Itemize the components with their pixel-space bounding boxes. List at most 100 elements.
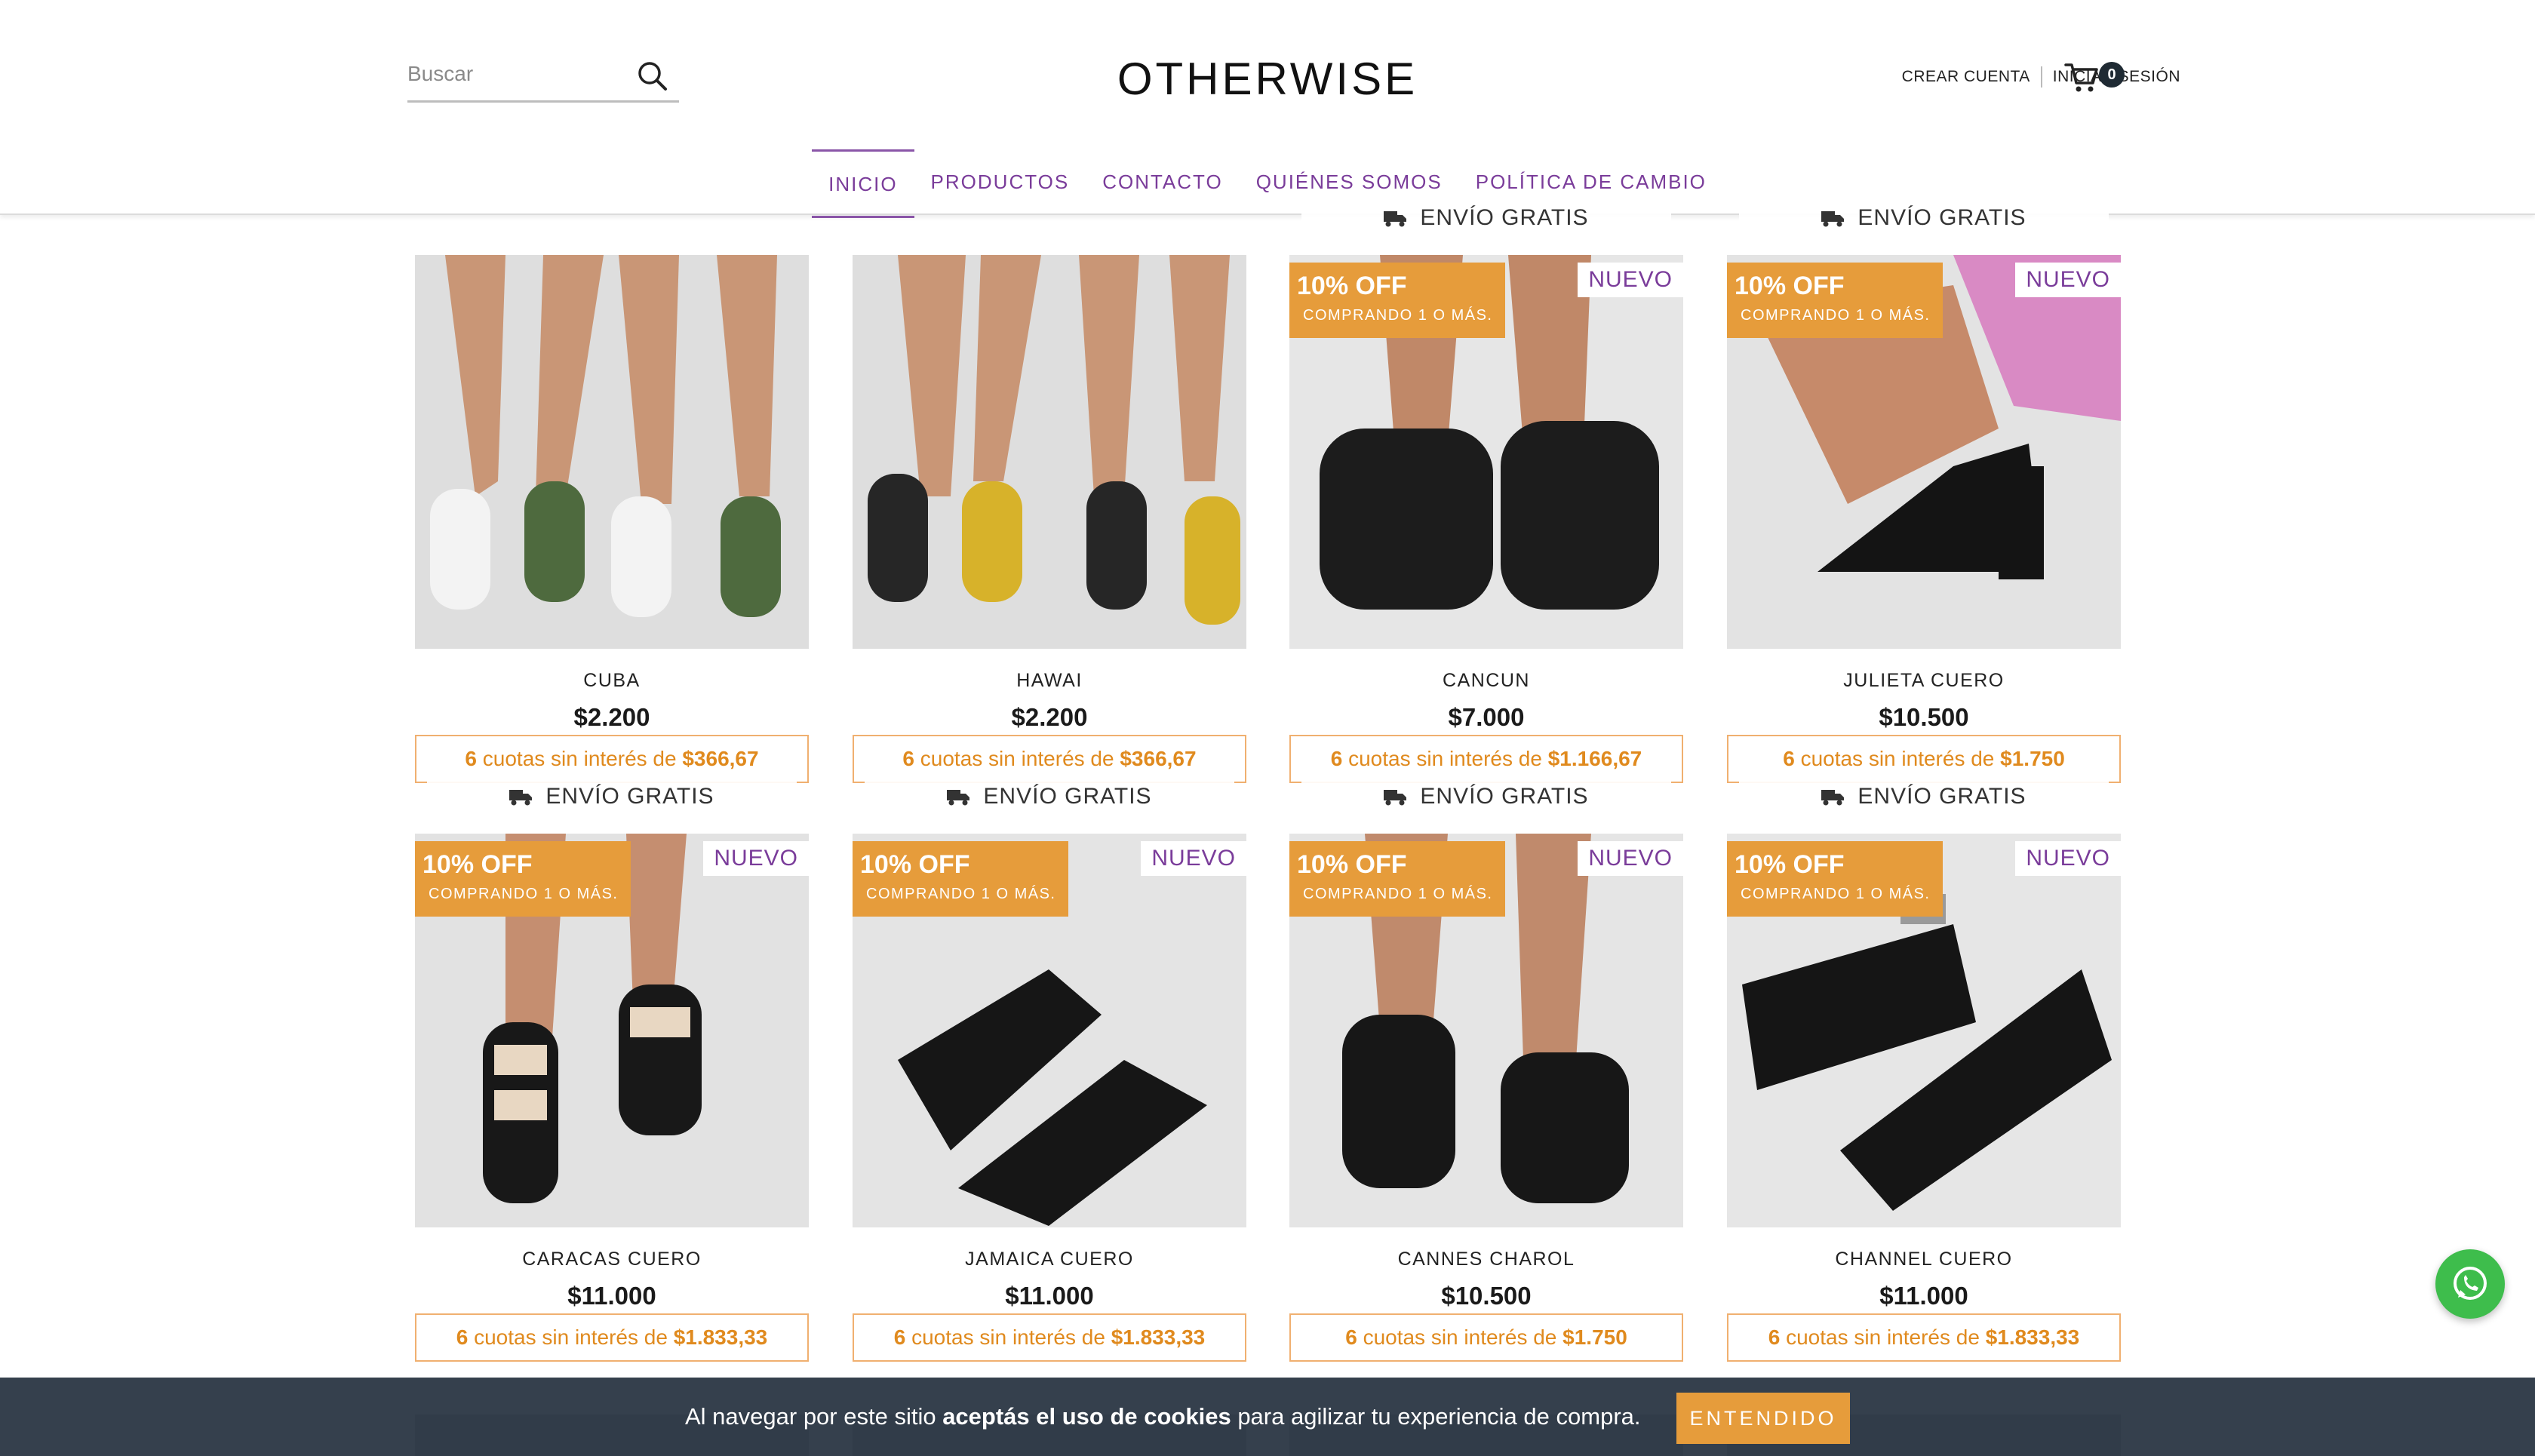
truck-icon — [1384, 211, 1407, 227]
discount-condition: COMPRANDO 1 O MÁS. — [1303, 886, 1493, 902]
free-shipping-label: ENVÍO GRATIS — [1420, 784, 1589, 809]
free-shipping-label: ENVÍO GRATIS — [983, 784, 1152, 809]
free-shipping-badge: ENVÍO GRATIS — [1739, 196, 2109, 240]
cookie-text-bold: aceptás el uso de cookies — [942, 1403, 1231, 1430]
discount-label: 10% OFF — [1735, 850, 1845, 879]
cookie-message: Al navegar por este sitio aceptás el uso… — [685, 1403, 1641, 1430]
discount-badge: 10% OFF COMPRANDO 1 O MÁS. — [1727, 841, 1943, 917]
product-name[interactable]: CUBA — [415, 670, 809, 692]
discount-condition: COMPRANDO 1 O MÁS. — [866, 886, 1056, 902]
site-header: Buscar OTHERWISE CREAR CUENTA INICIAR SE… — [0, 0, 2535, 218]
new-badge: NUEVO — [1578, 263, 1683, 297]
installment-amount: $1.750 — [1562, 1325, 1627, 1349]
free-shipping-label: ENVÍO GRATIS — [1857, 205, 2026, 230]
cookie-text-post: para agilizar tu experiencia de compra. — [1231, 1403, 1641, 1430]
discount-badge: 10% OFF COMPRANDO 1 O MÁS. — [1727, 263, 1943, 338]
product-name[interactable]: JAMAICA CUERO — [853, 1249, 1246, 1270]
nav-item-productos[interactable]: PRODUCTOS — [914, 149, 1086, 218]
installments-box: 6 cuotas sin interés de $1.833,33 — [1727, 1313, 2121, 1362]
product-price: $2.200 — [573, 703, 650, 731]
discount-badge: 10% OFF COMPRANDO 1 O MÁS. — [1289, 263, 1505, 338]
installment-amount: $1.833,33 — [1985, 1325, 2080, 1349]
whatsapp-icon — [2454, 1267, 2487, 1300]
cookie-banner: Al navegar por este sitio aceptás el uso… — [0, 1378, 2535, 1456]
discount-label: 10% OFF — [422, 850, 533, 879]
product-price: $2.200 — [1011, 703, 1088, 731]
product-name[interactable]: HAWAI — [853, 670, 1246, 692]
installments-count: 6 — [1345, 1325, 1357, 1349]
product-price: $10.500 — [1879, 703, 1969, 731]
free-shipping-badge: ENVÍO GRATIS — [865, 775, 1234, 819]
discount-condition: COMPRANDO 1 O MÁS. — [1303, 307, 1493, 324]
cart-button[interactable]: 0 — [2064, 57, 2132, 95]
truck-icon — [947, 790, 970, 806]
installments-text: cuotas sin interés de — [920, 747, 1114, 770]
free-shipping-badge: ENVÍO GRATIS — [1301, 775, 1671, 819]
divider — [2040, 66, 2042, 88]
discount-label: 10% OFF — [1735, 272, 1845, 300]
discount-badge: 10% OFF COMPRANDO 1 O MÁS. — [1289, 841, 1505, 917]
new-badge: NUEVO — [703, 841, 809, 876]
new-badge: NUEVO — [2015, 841, 2121, 876]
installments-count: 6 — [465, 747, 477, 770]
installments-count: 6 — [456, 1325, 469, 1349]
product-name[interactable]: CARACAS CUERO — [415, 1249, 809, 1270]
installments-count: 6 — [902, 747, 914, 770]
installments-text: cuotas sin interés de — [1363, 1325, 1557, 1349]
installment-amount: $1.166,67 — [1547, 747, 1642, 770]
nav-item-contacto[interactable]: CONTACTO — [1086, 149, 1239, 218]
cart-count-badge: 0 — [2099, 62, 2125, 88]
whatsapp-button[interactable] — [2435, 1249, 2505, 1319]
truck-icon — [1384, 790, 1407, 806]
truck-icon — [1821, 211, 1845, 227]
installments-text: cuotas sin interés de — [1800, 747, 1995, 770]
product-price: $10.500 — [1441, 1282, 1532, 1310]
installments-text: cuotas sin interés de — [911, 1325, 1105, 1349]
discount-condition: COMPRANDO 1 O MÁS. — [1741, 886, 1931, 902]
product-image[interactable] — [853, 255, 1246, 649]
discount-badge: 10% OFF COMPRANDO 1 O MÁS. — [415, 841, 631, 917]
product-name[interactable]: CANNES CHAROL — [1289, 1249, 1683, 1270]
account-links: CREAR CUENTA INICIAR SESIÓN — [1902, 66, 2180, 88]
installments-count: 6 — [893, 1325, 906, 1349]
cookie-accept-button[interactable]: ENTENDIDO — [1676, 1393, 1850, 1444]
discount-label: 10% OFF — [1297, 272, 1407, 300]
installments-text: cuotas sin interés de — [474, 1325, 668, 1349]
product-name[interactable]: JULIETA CUERO — [1727, 670, 2121, 692]
free-shipping-badge: ENVÍO GRATIS — [427, 775, 797, 819]
product-price: $11.000 — [567, 1282, 656, 1310]
installments-text: cuotas sin interés de — [1786, 1325, 1980, 1349]
cookie-text-pre: Al navegar por este sitio — [685, 1403, 943, 1430]
installment-amount: $1.750 — [2000, 747, 2065, 770]
installment-amount: $366,67 — [1120, 747, 1197, 770]
product-name[interactable]: CHANNEL CUERO — [1727, 1249, 2121, 1270]
product-price: $11.000 — [1005, 1282, 1094, 1310]
discount-label: 10% OFF — [860, 850, 970, 879]
installment-amount: $1.833,33 — [673, 1325, 768, 1349]
installments-box: 6 cuotas sin interés de $1.833,33 — [853, 1313, 1246, 1362]
free-shipping-badge: ENVÍO GRATIS — [1301, 196, 1671, 240]
installment-amount: $1.833,33 — [1111, 1325, 1206, 1349]
nav-item-inicio[interactable]: INICIO — [812, 149, 914, 218]
free-shipping-label: ENVÍO GRATIS — [1857, 784, 2026, 809]
installments-count: 6 — [1768, 1325, 1781, 1349]
installments-box: 6 cuotas sin interés de $1.833,33 — [415, 1313, 809, 1362]
product-photo — [853, 255, 1246, 649]
new-badge: NUEVO — [1141, 841, 1246, 876]
product-name[interactable]: CANCUN — [1289, 670, 1683, 692]
installment-amount: $366,67 — [682, 747, 759, 770]
create-account-link[interactable]: CREAR CUENTA — [1902, 68, 2030, 86]
truck-icon — [1821, 790, 1845, 806]
free-shipping-label: ENVÍO GRATIS — [545, 784, 714, 809]
discount-label: 10% OFF — [1297, 850, 1407, 879]
installments-text: cuotas sin interés de — [1348, 747, 1542, 770]
free-shipping-badge: ENVÍO GRATIS — [1739, 775, 2109, 819]
cart-icon — [2064, 63, 2098, 92]
installments-box: 6 cuotas sin interés de $1.750 — [1289, 1313, 1683, 1362]
truck-icon — [509, 790, 533, 806]
free-shipping-label: ENVÍO GRATIS — [1420, 205, 1589, 230]
product-price: $11.000 — [1879, 1282, 1968, 1310]
product-image[interactable] — [415, 255, 809, 649]
main-nav: INICIO PRODUCTOS CONTACTO QUIÉNES SOMOS … — [0, 149, 2535, 218]
product-photo — [415, 255, 809, 649]
